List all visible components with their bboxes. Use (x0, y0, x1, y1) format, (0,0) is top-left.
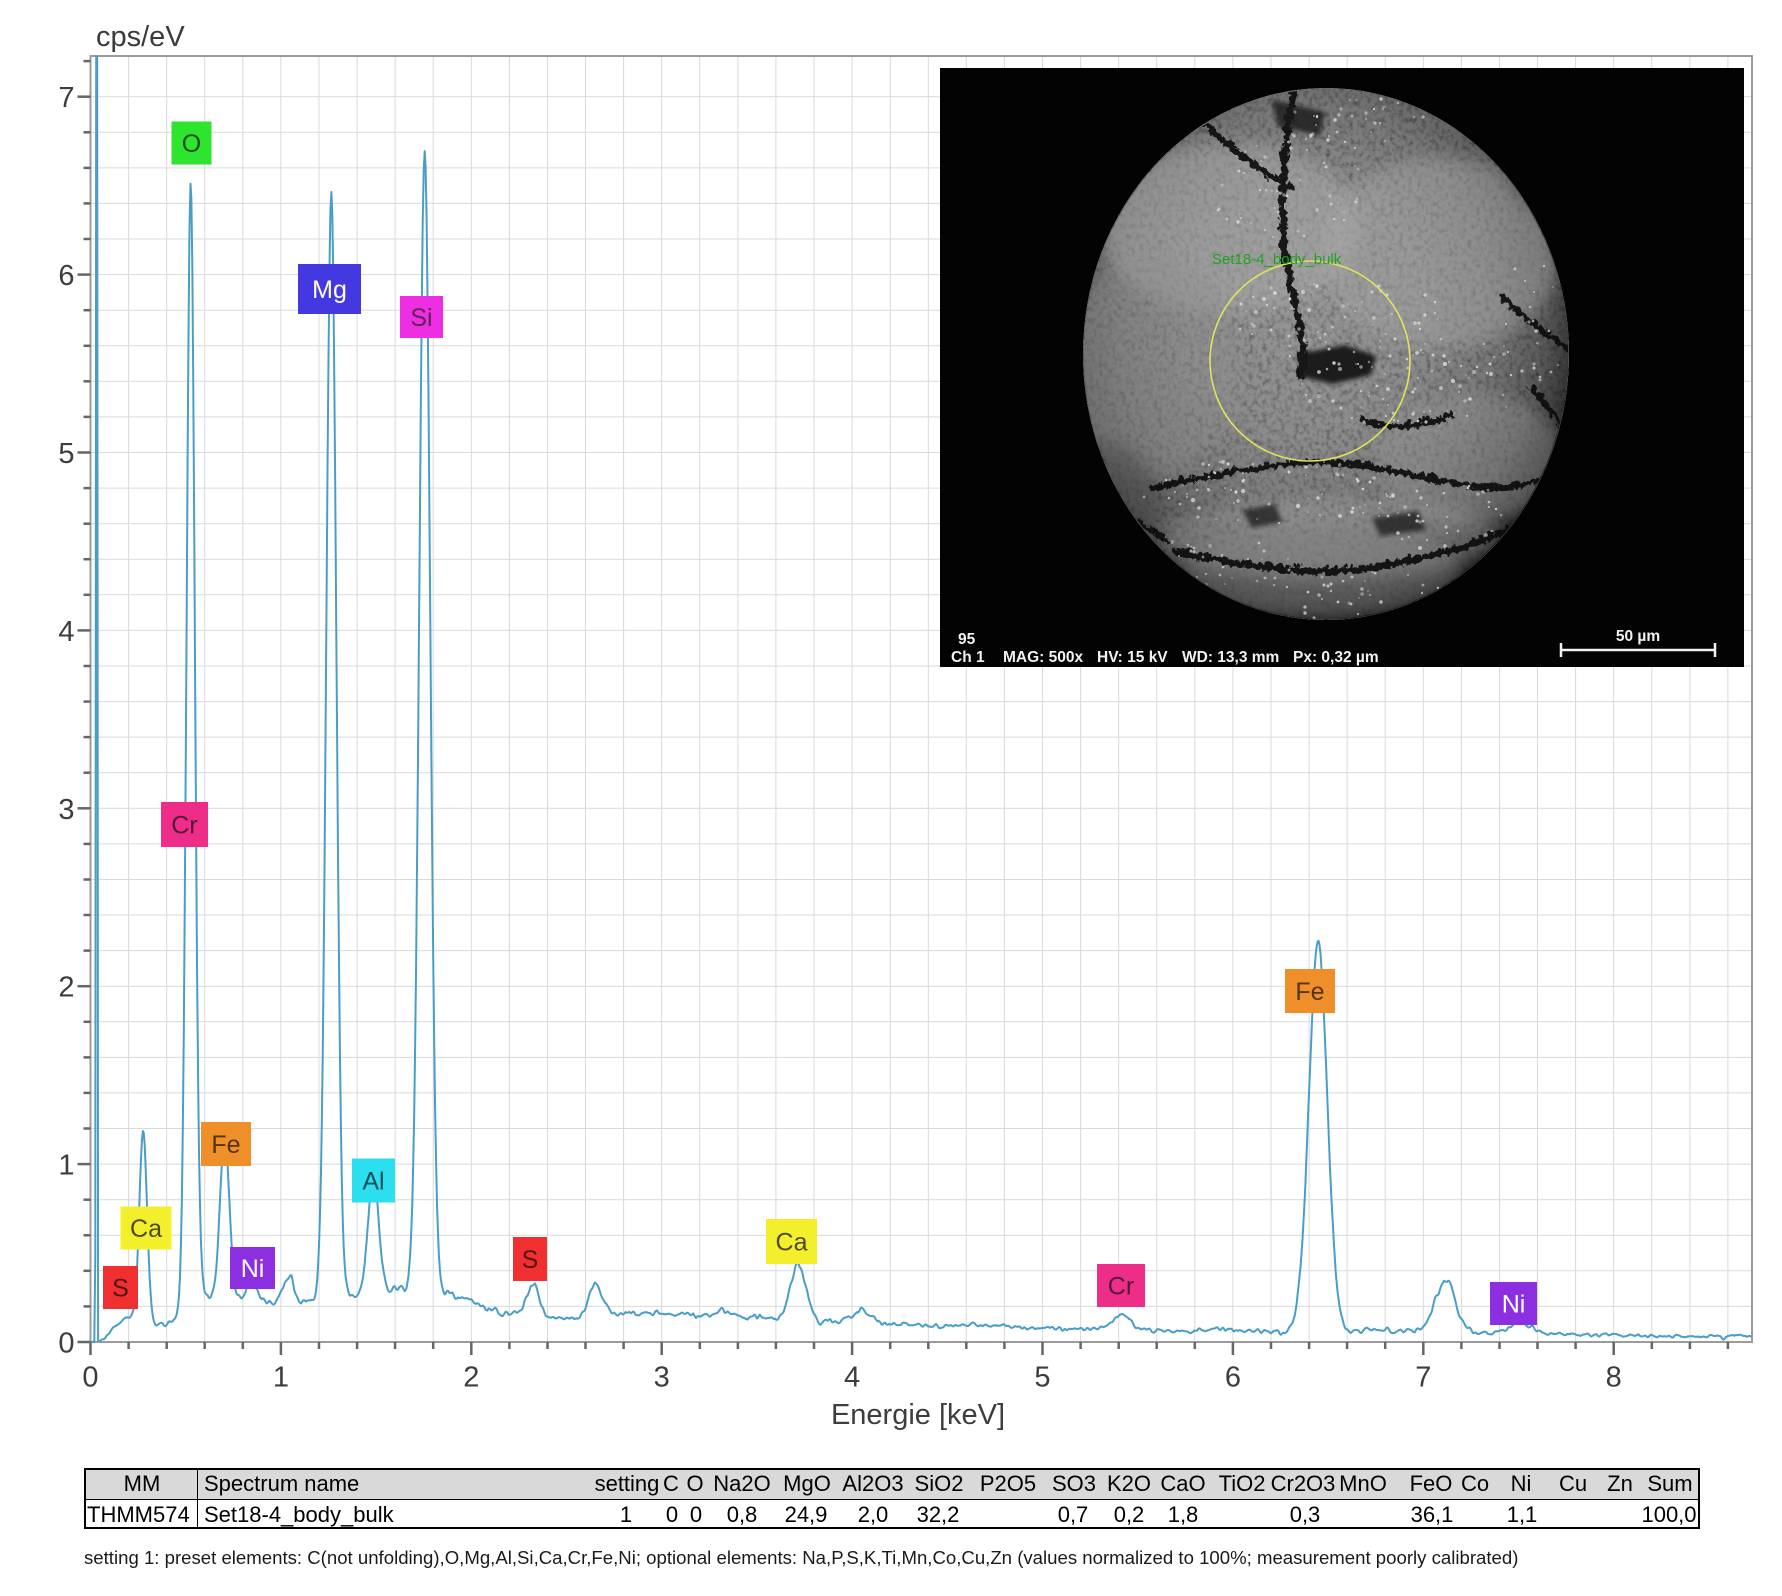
svg-text:Ca: Ca (776, 1229, 808, 1257)
svg-text:cps/eV: cps/eV (96, 21, 185, 53)
svg-text:Set18-4_body_bulk: Set18-4_body_bulk (1212, 251, 1342, 268)
svg-text:Si: Si (410, 304, 432, 332)
svg-text:S: S (522, 1246, 539, 1274)
svg-text:5: 5 (1034, 1362, 1050, 1394)
svg-text:4: 4 (58, 616, 74, 648)
svg-text:HV: 15 kV: HV: 15 kV (1097, 649, 1168, 666)
svg-text:O: O (182, 130, 201, 158)
svg-text:3: 3 (58, 794, 74, 826)
svg-text:Mg: Mg (312, 276, 347, 304)
svg-text:1: 1 (58, 1150, 74, 1182)
svg-text:4: 4 (844, 1362, 860, 1394)
svg-text:3: 3 (654, 1362, 670, 1394)
svg-text:S: S (112, 1275, 129, 1303)
svg-text:50 µm: 50 µm (1616, 628, 1660, 645)
svg-text:7: 7 (58, 82, 74, 114)
svg-text:2: 2 (58, 972, 74, 1004)
svg-text:95: 95 (958, 631, 976, 648)
svg-text:0: 0 (58, 1328, 74, 1360)
svg-text:Fe: Fe (1295, 978, 1324, 1006)
svg-text:Al: Al (362, 1168, 384, 1196)
svg-text:2: 2 (463, 1362, 479, 1394)
svg-text:Energie [keV]: Energie [keV] (831, 1399, 1005, 1431)
svg-text:0: 0 (82, 1362, 98, 1394)
svg-text:Ch 1: Ch 1 (951, 649, 985, 666)
svg-text:Ca: Ca (130, 1215, 162, 1243)
svg-text:Ni: Ni (241, 1255, 265, 1283)
svg-text:1: 1 (273, 1362, 289, 1394)
svg-text:5: 5 (58, 438, 74, 470)
svg-text:Ni: Ni (1502, 1291, 1526, 1319)
svg-text:Px: 0,32 µm: Px: 0,32 µm (1293, 649, 1379, 666)
svg-text:7: 7 (1415, 1362, 1431, 1394)
svg-text:MAG: 500x: MAG: 500x (1003, 649, 1083, 666)
svg-text:Fe: Fe (211, 1131, 240, 1159)
svg-text:6: 6 (58, 260, 74, 292)
svg-text:8: 8 (1606, 1362, 1622, 1394)
svg-text:Cr: Cr (1108, 1273, 1134, 1301)
svg-text:6: 6 (1225, 1362, 1241, 1394)
svg-text:Cr: Cr (171, 812, 197, 840)
svg-text:WD: 13,3 mm: WD: 13,3 mm (1182, 649, 1279, 666)
